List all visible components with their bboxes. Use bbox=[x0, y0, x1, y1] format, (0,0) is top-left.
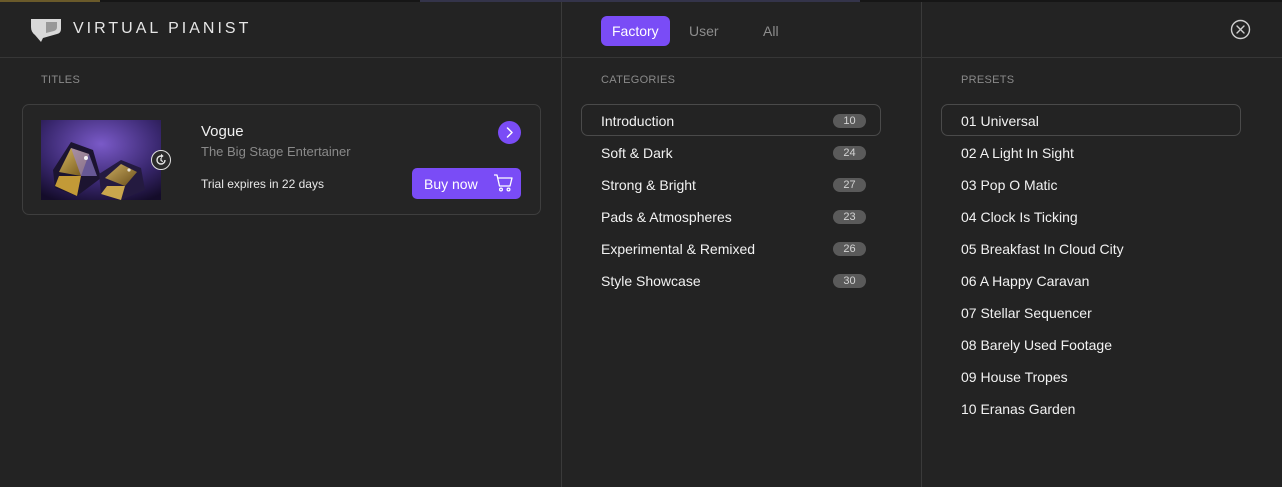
preset-item[interactable]: 05 Breakfast In Cloud City bbox=[941, 232, 1241, 264]
title-artwork bbox=[41, 120, 161, 200]
buy-now-button[interactable]: Buy now bbox=[412, 168, 521, 199]
section-label-categories: CATEGORIES bbox=[601, 74, 676, 86]
category-item-soft-dark[interactable]: Soft & Dark 24 bbox=[581, 136, 881, 168]
tab-user[interactable]: User bbox=[678, 16, 730, 46]
open-title-button[interactable] bbox=[498, 121, 521, 144]
window-top-edge bbox=[0, 0, 1282, 2]
title-card[interactable]: Vogue The Big Stage Entertainer Trial ex… bbox=[22, 104, 541, 215]
close-circle-icon[interactable] bbox=[1230, 19, 1251, 40]
preset-item[interactable]: 07 Stellar Sequencer bbox=[941, 296, 1241, 328]
category-count: 23 bbox=[833, 210, 866, 224]
category-label: Soft & Dark bbox=[601, 145, 673, 161]
preset-item[interactable]: 01 Universal bbox=[941, 104, 1241, 136]
category-count: 30 bbox=[833, 274, 866, 288]
tab-all[interactable]: All bbox=[752, 16, 790, 46]
buy-now-label: Buy now bbox=[424, 176, 478, 192]
top-edge-accent bbox=[0, 0, 100, 2]
preset-item[interactable]: 04 Clock Is Ticking bbox=[941, 200, 1241, 232]
preset-item[interactable]: 09 House Tropes bbox=[941, 360, 1241, 392]
tab-factory[interactable]: Factory bbox=[601, 16, 670, 46]
title-name: Vogue bbox=[201, 123, 244, 140]
header-divider bbox=[0, 57, 1282, 58]
divider-vertical bbox=[561, 2, 562, 487]
top-edge-accent bbox=[420, 0, 860, 2]
preset-list: 01 Universal 02 A Light In Sight 03 Pop … bbox=[941, 104, 1241, 424]
category-count: 26 bbox=[833, 242, 866, 256]
category-label: Style Showcase bbox=[601, 273, 701, 289]
category-count: 27 bbox=[833, 178, 866, 192]
preset-item[interactable]: 10 Eranas Garden bbox=[941, 392, 1241, 424]
cart-icon bbox=[494, 174, 513, 192]
title-subtitle: The Big Stage Entertainer bbox=[201, 144, 351, 159]
category-label: Pads & Atmospheres bbox=[601, 209, 732, 225]
category-item-introduction[interactable]: Introduction 10 bbox=[581, 104, 881, 136]
category-label: Introduction bbox=[601, 113, 675, 129]
chevron-right-icon bbox=[506, 127, 513, 138]
category-label: Strong & Bright bbox=[601, 177, 696, 193]
category-count: 24 bbox=[833, 146, 866, 160]
category-item-strong-bright[interactable]: Strong & Bright 27 bbox=[581, 168, 881, 200]
preset-item[interactable]: 02 A Light In Sight bbox=[941, 136, 1241, 168]
category-item-pads-atmospheres[interactable]: Pads & Atmospheres 23 bbox=[581, 200, 881, 232]
category-item-experimental-remixed[interactable]: Experimental & Remixed 26 bbox=[581, 232, 881, 264]
preset-item[interactable]: 03 Pop O Matic bbox=[941, 168, 1241, 200]
trial-status: Trial expires in 22 days bbox=[201, 177, 324, 191]
category-item-style-showcase[interactable]: Style Showcase 30 bbox=[581, 264, 881, 296]
speech-bubble-logo-icon bbox=[31, 19, 61, 42]
section-label-titles: TITLES bbox=[41, 74, 81, 86]
category-label: Experimental & Remixed bbox=[601, 241, 756, 257]
category-list: Introduction 10 Soft & Dark 24 Strong & … bbox=[581, 104, 881, 296]
refresh-badge-icon bbox=[151, 150, 171, 170]
app-title: VIRTUAL PIANIST bbox=[73, 20, 252, 37]
preset-item[interactable]: 06 A Happy Caravan bbox=[941, 264, 1241, 296]
preset-item[interactable]: 08 Barely Used Footage bbox=[941, 328, 1241, 360]
section-label-presets: PRESETS bbox=[961, 74, 1015, 86]
divider-vertical bbox=[921, 2, 922, 487]
category-count: 10 bbox=[833, 114, 866, 128]
